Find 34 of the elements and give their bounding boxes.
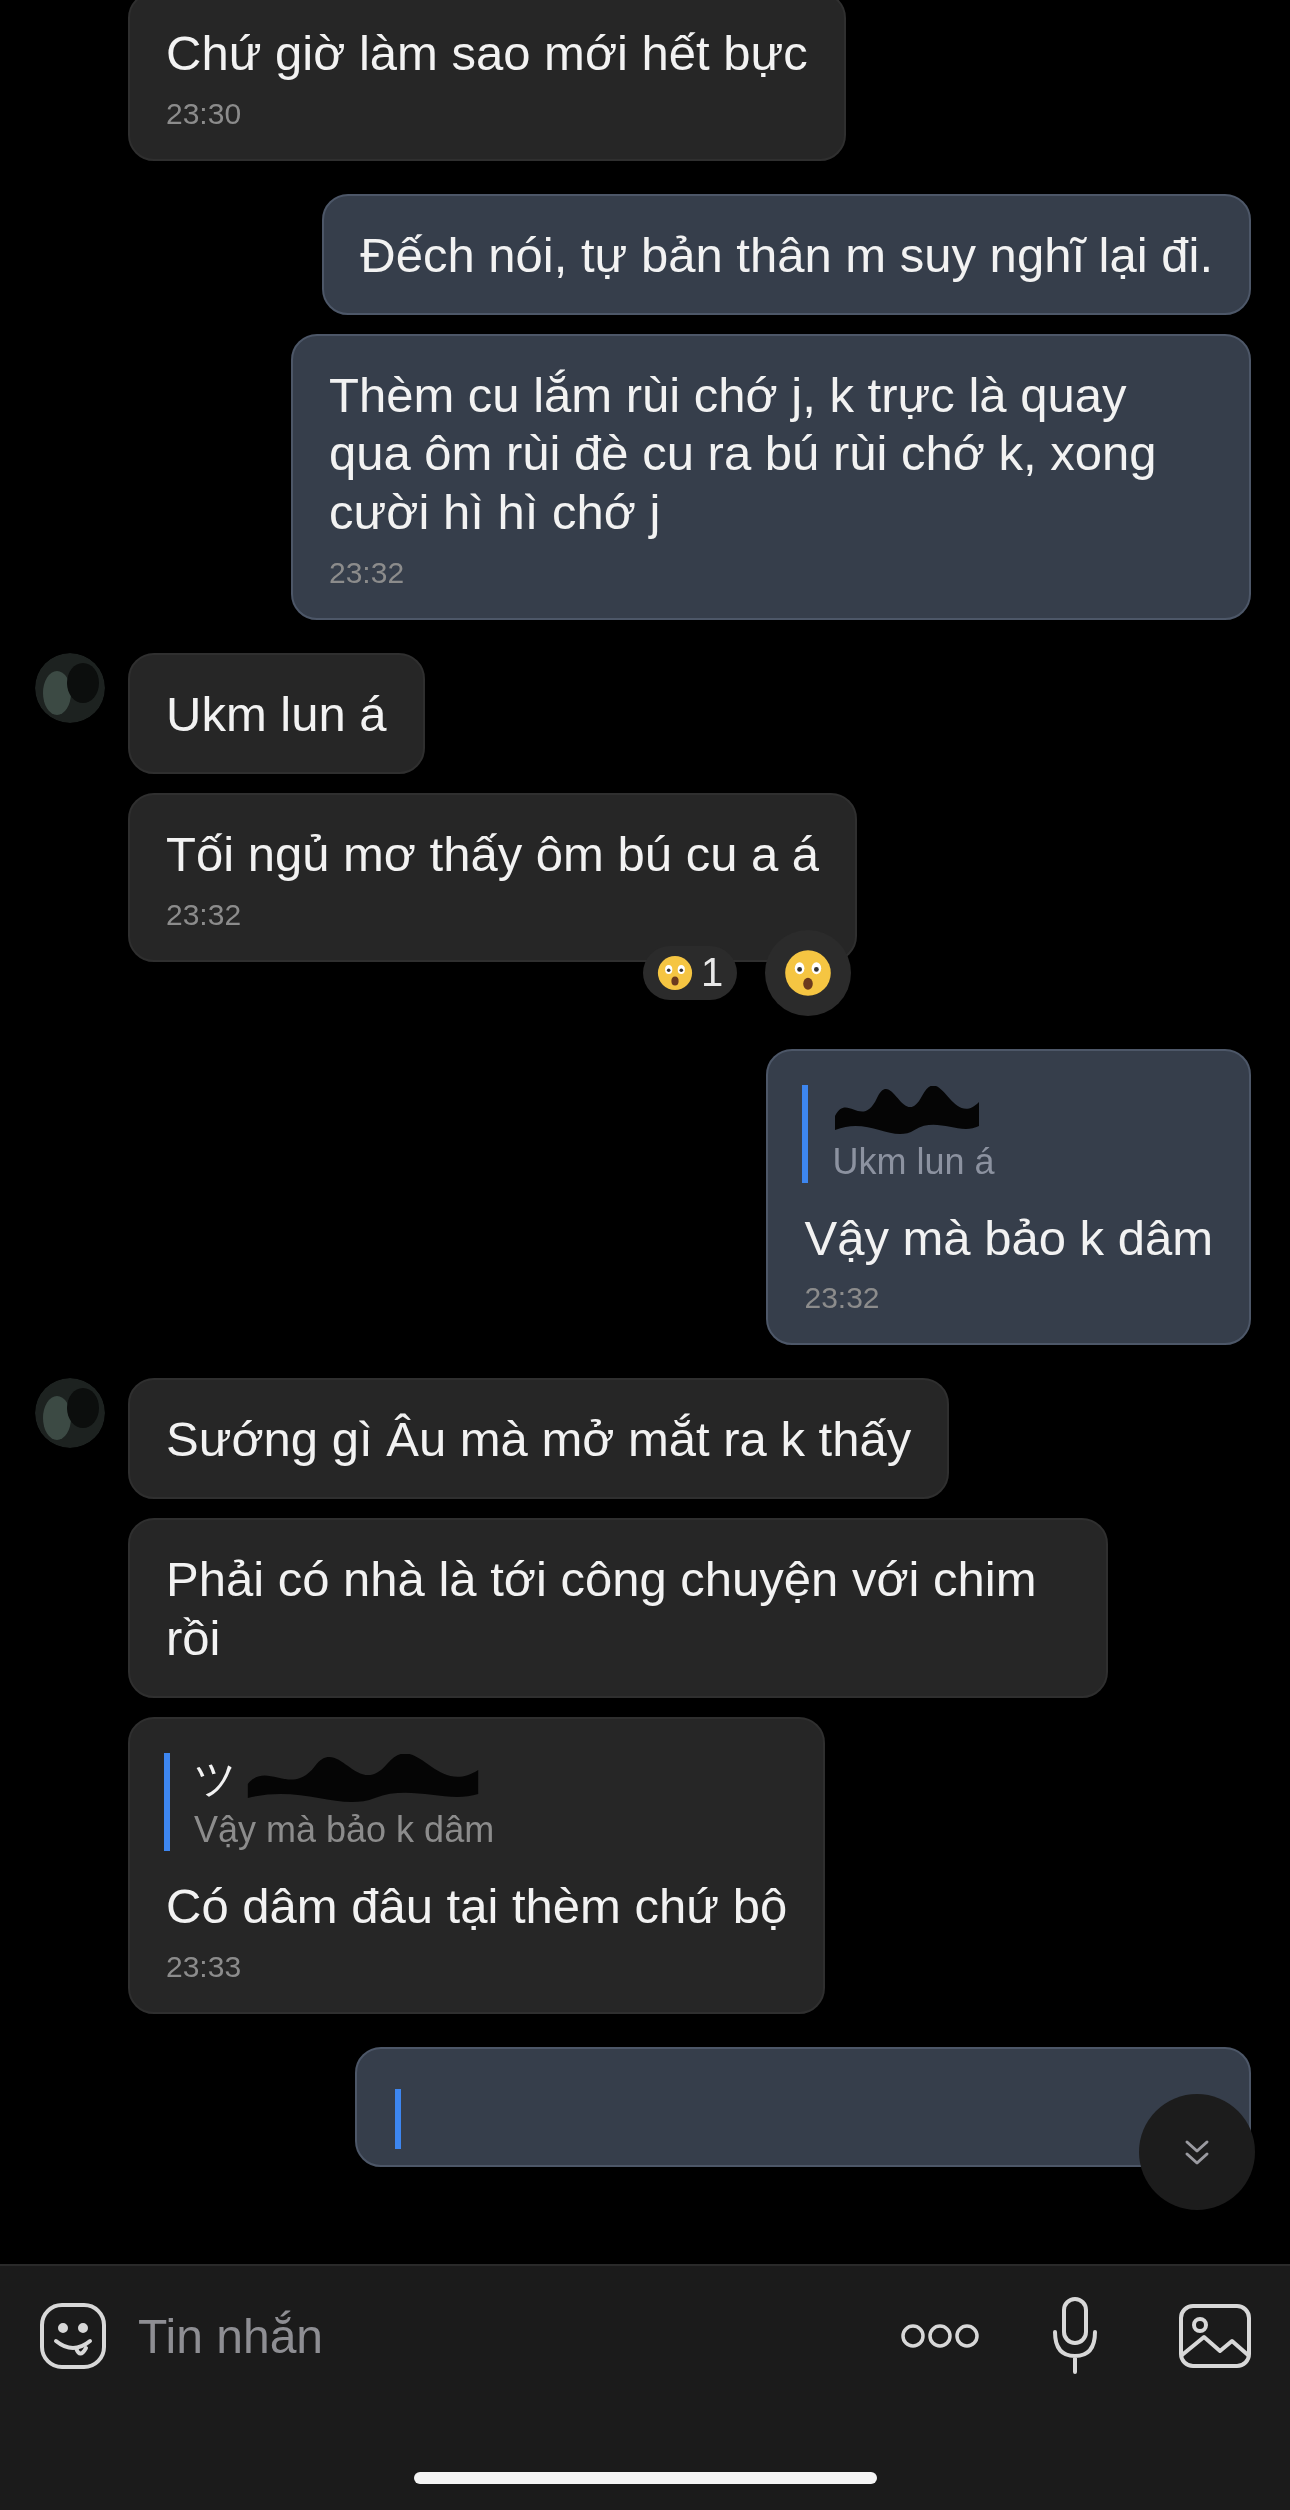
message-time: 23:30 [166, 96, 243, 131]
reply-quote[interactable]: ツ Vậy mà bảo k dâm [164, 1752, 788, 1851]
quote-sender: ツ [194, 1753, 237, 1804]
sticker-icon[interactable] [38, 2301, 108, 2371]
message-bubble[interactable]: Thèm cu lắm rùi chớ j, k trực là quay qua ôm rùi đè cu ra bú rùi chớ k, xong cười hì hì chớ j 23:32 [291, 333, 1251, 620]
message-text: Có dâm đâu tại thèm chứ bộ [166, 1877, 788, 1935]
image-icon[interactable] [1178, 2303, 1252, 2369]
message-time: 23:32 [166, 897, 243, 932]
quote-text: Ukm lun á [832, 1140, 996, 1183]
message-text: Vậy mà bảo k dâm [804, 1209, 1213, 1267]
message-time: 23:33 [166, 1949, 243, 1984]
message-text: Thèm cu lắm rùi chớ j, k trực là quay qua ôm rùi đè cu ra bú rùi chớ k, xong cười hì hì chớ j [329, 366, 1158, 542]
message-text: Tối ngủ mơ thấy ôm bú cu a á [166, 825, 820, 883]
surprised-face-icon [656, 954, 693, 991]
message-text: Phải có nhà là tới công chuyện với chim rồi [166, 1551, 1038, 1667]
message-text: Sướng gì Âu mà mở mắt ra k thấy [166, 1411, 912, 1469]
message-bubble[interactable]: Đếch nói, tự bản thân m suy nghĩ lại đi. [322, 193, 1251, 315]
microphone-icon[interactable] [1050, 2296, 1100, 2376]
message-time: 23:32 [804, 1281, 881, 1316]
message-bubble[interactable]: Sướng gì Âu mà mở mắt ra k thấy [128, 1378, 950, 1500]
quote-text: Vậy mà bảo k dâm [194, 1808, 496, 1851]
message-time: 23:32 [329, 556, 406, 590]
message-bubble[interactable]: Phải có nhà là tới công chuyện với chim rồi [128, 1518, 1108, 1698]
message-bubble[interactable]: ツ Vậy mà bảo k dâm Có dâm đâu tại thèm chứ bộ 23:33 [128, 1716, 826, 2014]
reaction-chip[interactable]: 1 [642, 945, 738, 1000]
message-text: Ukm lun á [166, 686, 387, 743]
message-bubble[interactable]: Ukm lun á [128, 653, 425, 774]
message-text: Đếch nói, tự bản thân m suy nghĩ lại đi. [360, 226, 1213, 284]
message-bubble[interactable]: Chứ giờ làm sao mới hết bực 23:30 [128, 0, 846, 161]
message-field[interactable]: Tin nhắn [138, 2301, 870, 2371]
message-bubble[interactable]: Ukm lun á Vậy mà bảo k dâm 23:32 [766, 1048, 1251, 1346]
message-text: Chứ giờ làm sao mới hết bực [166, 25, 808, 82]
surprised-face-icon [784, 948, 833, 997]
more-icon[interactable] [900, 2321, 980, 2351]
